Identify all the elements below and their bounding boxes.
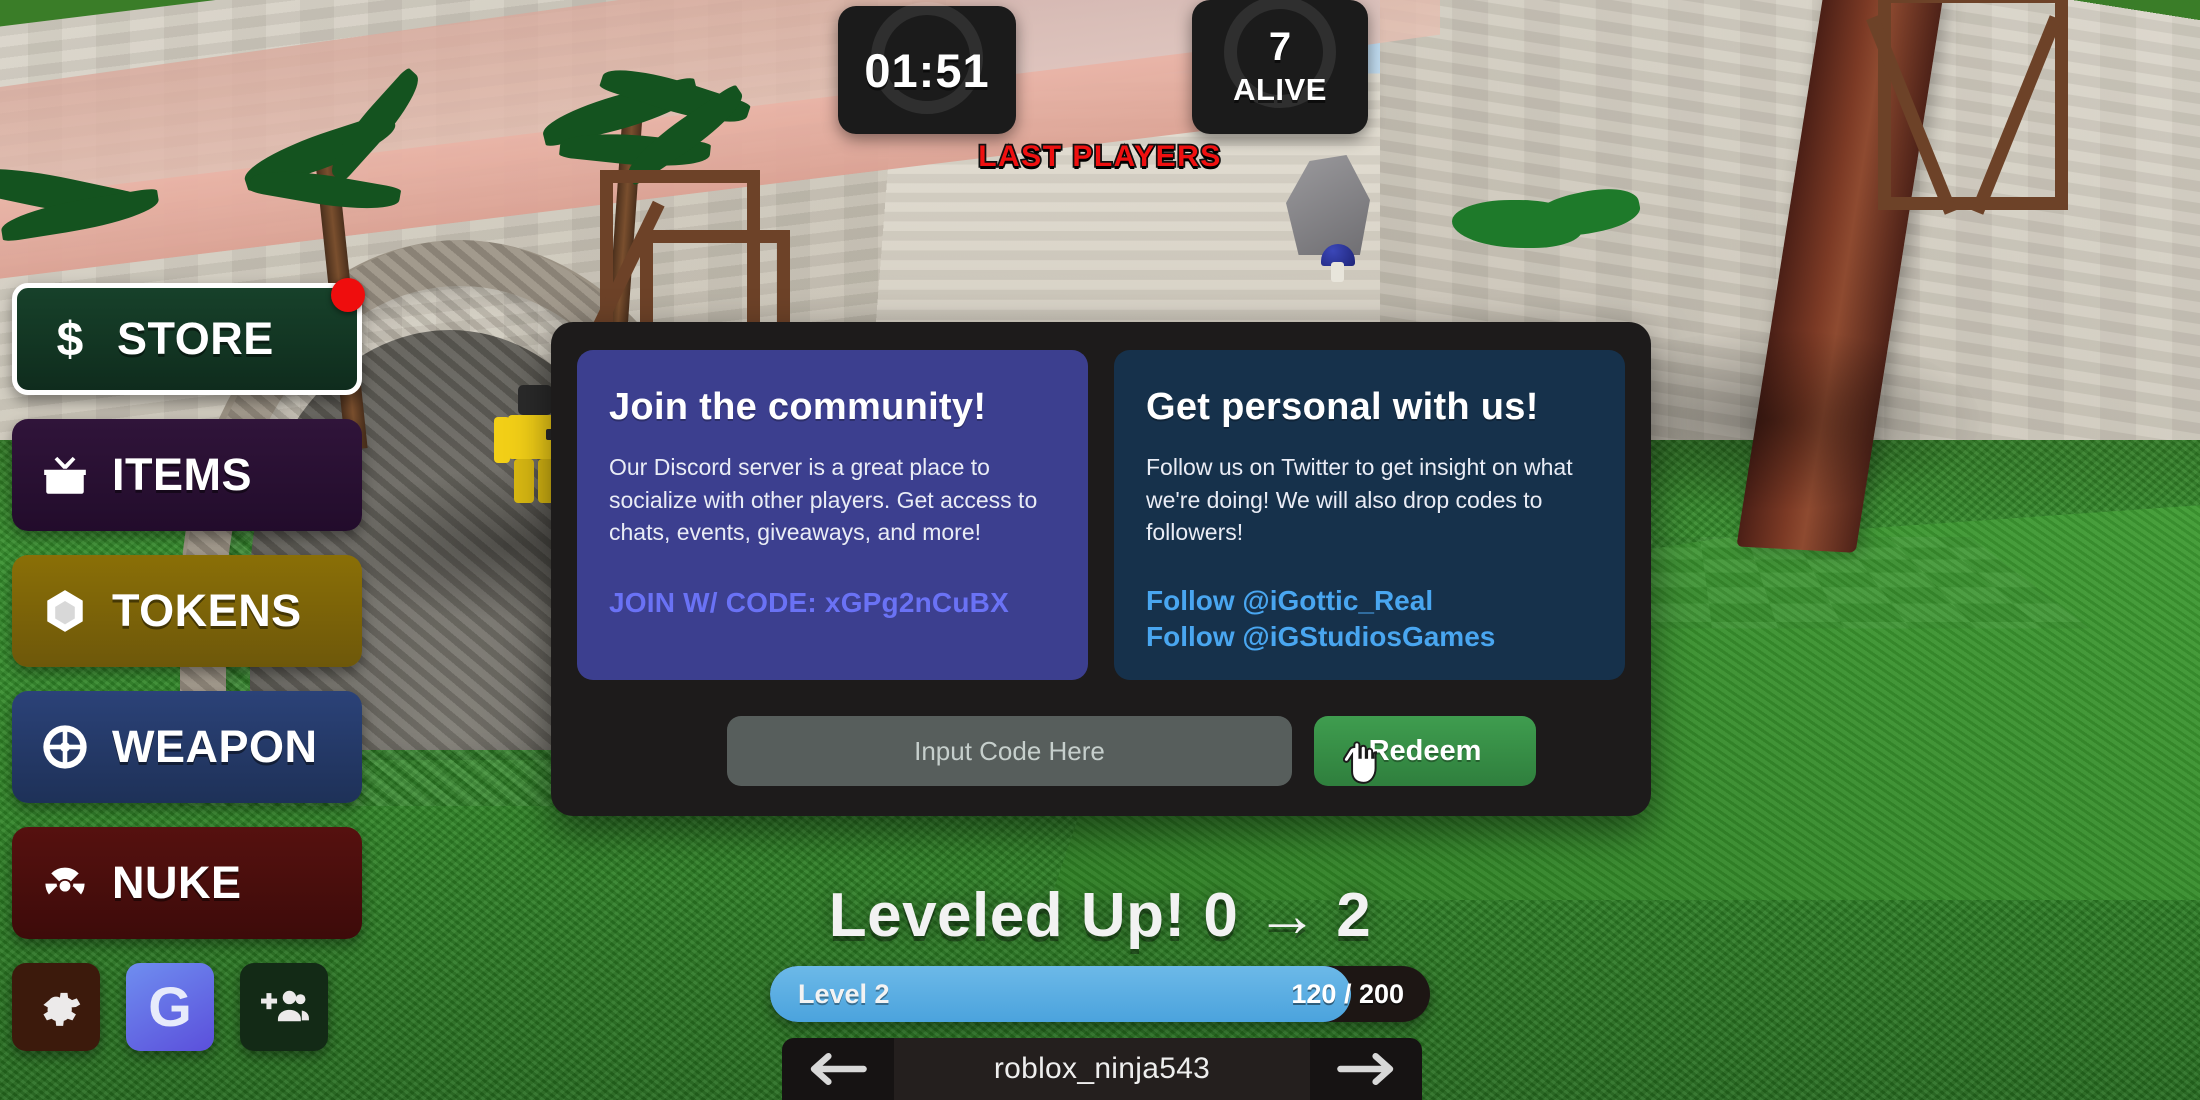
sidebar-item-label: WEAPON [112,721,318,772]
last-players-banner: LAST PLAYERS [976,138,1222,175]
player-selector: roblox_ninja543 [782,1038,1422,1100]
group-button[interactable]: G [126,963,214,1051]
svg-text:$: $ [57,314,84,364]
mushroom-stem [1331,262,1344,282]
twitter-link-personal[interactable]: Follow @iGottic_Real [1146,583,1593,619]
mouse-cursor-hand-icon [1343,741,1377,784]
alive-count-value: 7 [1268,24,1292,69]
twitter-panel: Get personal with us! Follow us on Twitt… [1114,350,1625,680]
invite-friends-button[interactable] [240,963,328,1051]
sidebar-item-label: ITEMS [112,449,253,500]
twitter-panel-title: Get personal with us! [1146,386,1539,428]
alive-counter: 7 ALIVE [1192,0,1368,134]
code-input[interactable] [727,716,1292,786]
info-panels: Join the community! Our Discord server i… [577,350,1625,680]
discord-panel-title: Join the community! [609,386,987,428]
level-up-message: Leveled Up! 0 → 2 [828,881,1372,950]
previous-player-button[interactable] [782,1038,894,1100]
sidebar-item-store[interactable]: $ STORE [12,278,365,395]
twitter-panel-body: Follow us on Twitter to get insight on w… [1146,454,1573,546]
discord-panel-body: Our Discord server is a great place to s… [609,454,1038,546]
player-name: roblox_ninja543 [894,1038,1310,1100]
dollar-icon: $ [45,314,95,364]
store-notification-badge [331,278,365,312]
twitter-links: Follow @iGottic_Real Follow @iGStudiosGa… [1146,583,1593,655]
redeem-row: Redeem [577,716,1625,786]
sidebar-item-items[interactable]: ITEMS [12,419,362,531]
discord-invite-link[interactable]: JOIN W/ CODE: xGPg2nCuBX [609,587,1056,619]
alive-label: ALIVE [1233,71,1327,107]
gear-icon [43,992,81,1026]
arrow-left-icon [810,1053,867,1085]
timer-value: 01:51 [864,43,990,97]
character-leg-left [514,459,534,503]
twitter-link-studio[interactable]: Follow @iGStudiosGames [1146,619,1593,655]
sidebar-mini-buttons: G [12,963,362,1051]
sidebar-item-weapon[interactable]: WEAPON [12,691,362,803]
settings-button[interactable] [12,963,100,1051]
add-friend-icon [261,990,309,1022]
next-player-button[interactable] [1310,1038,1422,1100]
crosshair-icon [40,722,90,772]
character-head [518,385,552,415]
sidebar-item-label: STORE [117,313,274,364]
hexagon-icon [40,586,90,636]
letter-g-icon: G [148,975,192,1038]
xp-value-label: 120 / 200 [1291,978,1404,1009]
xp-progress-bar: Level 2 120 / 200 [770,966,1430,1022]
xp-level-label: Level 2 [798,978,890,1009]
sidebar-item-label: TOKENS [112,585,302,636]
codes-dialog: Join the community! Our Discord server i… [551,322,1651,816]
discord-panel: Join the community! Our Discord server i… [577,350,1088,680]
sidebar-item-tokens[interactable]: TOKENS [12,555,362,667]
arrow-right-icon [1337,1053,1394,1085]
character-arm-left [494,417,510,463]
gift-box-icon [40,450,90,500]
round-timer: 01:51 [838,2,1016,134]
